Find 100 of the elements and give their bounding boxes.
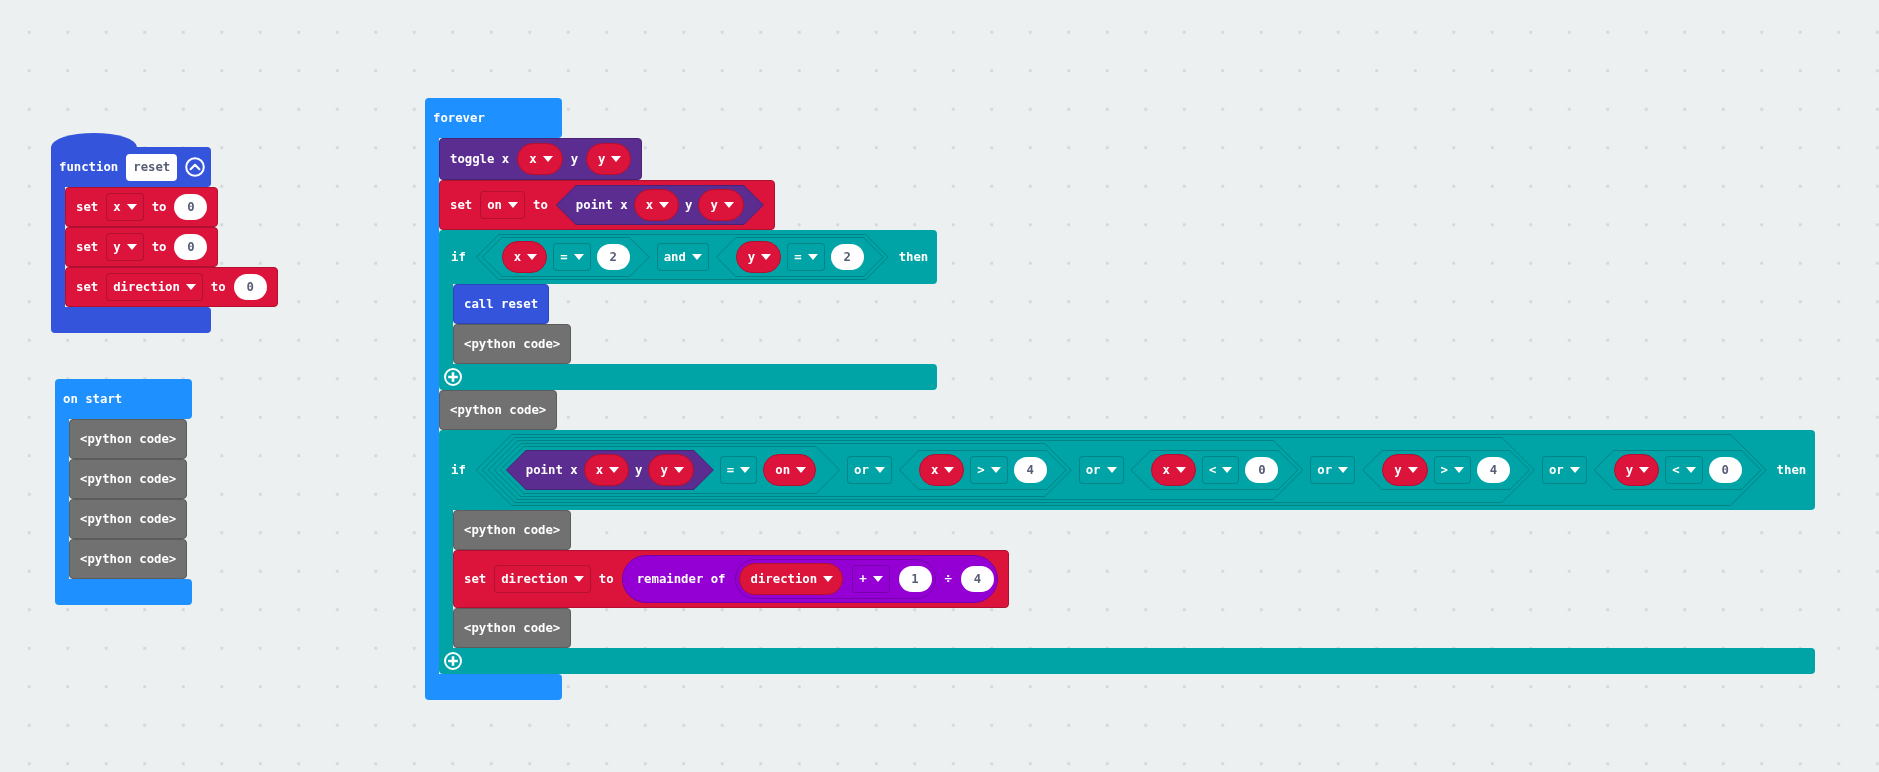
number-field[interactable]: 4: [960, 566, 994, 592]
comparison-block[interactable]: x > 4: [898, 450, 1067, 490]
set-variable-block[interactable]: set direction to 0: [65, 267, 278, 307]
toggle-block[interactable]: toggle x x y y: [439, 138, 643, 180]
function-call-block[interactable]: call reset: [453, 284, 550, 324]
number-field[interactable]: 2: [596, 244, 630, 270]
number-field[interactable]: 2: [830, 244, 864, 270]
plus-icon[interactable]: [444, 368, 462, 386]
number-field[interactable]: 0: [1708, 457, 1742, 483]
variable-dropdown[interactable]: y: [1613, 454, 1660, 486]
dropdown[interactable]: x: [106, 193, 144, 221]
python-code-block[interactable]: <python code>: [453, 324, 572, 364]
dropdown[interactable]: <: [1201, 456, 1240, 484]
block-text: forever: [433, 110, 485, 126]
number-field[interactable]: 0: [174, 234, 208, 260]
function-block-footer[interactable]: [51, 307, 211, 333]
dropdown[interactable]: direction: [494, 565, 591, 593]
dropdown[interactable]: y: [106, 233, 144, 261]
variable-dropdown[interactable]: y: [1382, 454, 1428, 486]
block-text: set: [464, 571, 487, 587]
dropdown[interactable]: direction: [106, 273, 203, 301]
dropdown[interactable]: or: [1310, 456, 1356, 484]
dropdown[interactable]: <: [1665, 456, 1703, 484]
remainder-block[interactable]: remainder of direction + 1 ÷ 4: [621, 555, 998, 603]
set-variable-block[interactable]: set on to point x x y y: [439, 180, 775, 230]
set-variable-block[interactable]: set x to 0: [65, 187, 219, 227]
dropdown[interactable]: =: [719, 456, 758, 484]
dropdown[interactable]: +: [852, 565, 890, 593]
variable-dropdown[interactable]: x: [517, 143, 563, 175]
comparison-block[interactable]: y < 0: [1593, 450, 1762, 490]
caret-icon: [542, 156, 553, 162]
python-code-block[interactable]: <python code>: [69, 539, 188, 579]
comparison-block[interactable]: x = 2: [481, 237, 650, 277]
python-code-block[interactable]: <python code>: [453, 608, 572, 648]
dropdown[interactable]: =: [553, 243, 591, 271]
number-field[interactable]: 1: [898, 566, 932, 592]
python-code-block[interactable]: <python code>: [453, 510, 572, 550]
function-block-header[interactable]: function reset: [51, 147, 212, 187]
block-text: set: [76, 239, 99, 255]
block-text: set: [76, 199, 99, 215]
block-text: if: [451, 462, 466, 478]
variable-dropdown[interactable]: x: [583, 454, 630, 486]
python-code-block[interactable]: <python code>: [69, 499, 188, 539]
caret-icon: [573, 254, 584, 260]
comparison-block[interactable]: x < 0: [1130, 450, 1299, 490]
block-text: to: [151, 199, 167, 215]
number-field[interactable]: 4: [1476, 457, 1510, 483]
arithmetic-block[interactable]: direction + 1: [734, 559, 936, 599]
event-block-header[interactable]: on start: [55, 379, 192, 419]
block-text: <python code>: [464, 620, 561, 636]
dropdown[interactable]: or: [1078, 456, 1124, 484]
logic-operator-block[interactable]: point x x y y = on or x > 4 or x < 0 or y > 4: [481, 437, 1535, 503]
function-name-field[interactable]: reset: [126, 153, 178, 181]
set-variable-block[interactable]: set direction to remainder of direction + 1 ÷ 4: [453, 550, 1009, 608]
dropdown[interactable]: and: [656, 243, 709, 271]
variable-dropdown[interactable]: y: [698, 189, 744, 221]
comparison-block[interactable]: y = 2: [715, 237, 884, 277]
up-chevron-icon[interactable]: [185, 157, 206, 177]
block-text: then: [898, 249, 929, 265]
logic-operator-block[interactable]: point x x y y = on or x > 4 or x < 0 or y > 4 or y < 0: [475, 434, 1767, 506]
point-block[interactable]: point x x y y: [505, 450, 714, 490]
variable-dropdown[interactable]: x: [501, 241, 548, 273]
block-text: then: [1776, 462, 1807, 478]
variable-dropdown[interactable]: y: [735, 241, 782, 273]
variable-dropdown[interactable]: y: [648, 454, 694, 486]
dropdown[interactable]: >: [1433, 456, 1471, 484]
logic-operator-block[interactable]: point x x y y = on or x > 4 or x < 0: [487, 440, 1304, 500]
if-block-header[interactable]: if point x x y y = on or x > 4 or x < 0 or y > 4 or y < 0 then: [439, 430, 1816, 510]
dropdown[interactable]: on: [480, 191, 526, 219]
set-variable-block[interactable]: set y to 0: [65, 227, 219, 267]
variable-dropdown[interactable]: x: [1150, 454, 1196, 486]
dropdown[interactable]: or: [1541, 456, 1587, 484]
if-block-header[interactable]: if x = 2 and y = 2 then: [439, 230, 938, 284]
caret-icon: [740, 467, 751, 473]
comparison-block[interactable]: y > 4: [1362, 450, 1530, 490]
dropdown[interactable]: or: [847, 456, 892, 484]
plus-icon[interactable]: [444, 652, 462, 670]
dropdown[interactable]: >: [970, 456, 1008, 484]
point-block[interactable]: point x x y y: [555, 185, 764, 225]
variable-dropdown[interactable]: on: [763, 454, 817, 486]
dropdown[interactable]: =: [787, 243, 825, 271]
logic-operator-block[interactable]: x = 2 and y = 2: [475, 234, 889, 280]
variable-dropdown[interactable]: y: [586, 143, 632, 175]
python-code-block[interactable]: <python code>: [69, 419, 188, 459]
variable-dropdown[interactable]: x: [633, 189, 680, 221]
comparison-block[interactable]: point x x y y = on: [499, 446, 841, 494]
variable-dropdown[interactable]: x: [918, 454, 965, 486]
event-block-footer[interactable]: [55, 579, 192, 605]
number-field[interactable]: 0: [233, 274, 267, 300]
caret-icon: [691, 254, 702, 260]
number-field[interactable]: 4: [1013, 457, 1047, 483]
number-field[interactable]: 0: [174, 194, 208, 220]
variable-dropdown[interactable]: direction: [738, 563, 844, 595]
event-block-header[interactable]: forever: [425, 98, 562, 138]
block-text: toggle x: [450, 151, 510, 167]
logic-operator-block[interactable]: point x x y y = on or x > 4: [493, 443, 1072, 497]
python-code-block[interactable]: <python code>: [69, 459, 188, 499]
number-field[interactable]: 0: [1245, 457, 1279, 483]
python-code-block[interactable]: <python code>: [439, 390, 558, 430]
caret-icon: [1569, 467, 1580, 473]
